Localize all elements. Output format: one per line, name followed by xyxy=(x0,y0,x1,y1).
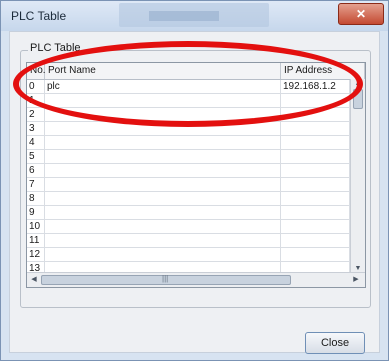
ip-address-cell[interactable] xyxy=(281,108,350,121)
row-number-cell[interactable]: 9 xyxy=(27,206,45,219)
left-arrow-icon[interactable]: ◀ xyxy=(27,275,41,283)
ip-address-cell[interactable] xyxy=(281,122,350,135)
table-row[interactable]: 12 xyxy=(27,248,350,262)
table-row[interactable]: 2 xyxy=(27,108,350,122)
vertical-scrollbar[interactable]: ▲ ▼ xyxy=(350,79,365,273)
row-number-cell[interactable]: 5 xyxy=(27,150,45,163)
dialog-client-area: PLC Table No. Port Name IP Address 0 plc 1… xyxy=(9,31,380,354)
up-arrow-icon[interactable]: ▲ xyxy=(351,80,365,87)
table-header: No. Port Name IP Address xyxy=(27,63,365,80)
ip-address-cell[interactable] xyxy=(281,192,350,205)
ip-address-cell[interactable] xyxy=(281,234,350,247)
table-row[interactable]: 4 xyxy=(27,136,350,150)
port-name-cell[interactable] xyxy=(45,164,281,177)
column-header-no[interactable]: No. xyxy=(27,63,46,79)
horizontal-scrollbar[interactable]: ◀ ||| ▶ xyxy=(27,272,365,287)
table-row[interactable]: 1 xyxy=(27,94,350,108)
horizontal-scroll-thumb[interactable]: ||| xyxy=(41,274,291,285)
scroll-grip-icon: ||| xyxy=(162,274,169,283)
table-row[interactable]: 0 plc 192.168.1.2 xyxy=(27,80,350,94)
port-name-cell[interactable] xyxy=(45,220,281,233)
background-window-blur-text xyxy=(149,11,219,21)
window-title: PLC Table xyxy=(11,9,67,23)
port-name-cell[interactable] xyxy=(45,234,281,247)
port-name-cell[interactable] xyxy=(45,150,281,163)
port-name-cell[interactable] xyxy=(45,248,281,261)
ip-address-cell[interactable] xyxy=(281,220,350,233)
table-row[interactable]: 7 xyxy=(27,178,350,192)
table-row[interactable]: 10 xyxy=(27,220,350,234)
table-row[interactable]: 3 xyxy=(27,122,350,136)
row-number-cell[interactable]: 0 xyxy=(27,80,45,93)
ip-address-cell[interactable] xyxy=(281,206,350,219)
row-number-cell[interactable]: 4 xyxy=(27,136,45,149)
port-name-cell[interactable] xyxy=(45,192,281,205)
ip-address-cell[interactable] xyxy=(281,178,350,191)
port-name-cell[interactable] xyxy=(45,94,281,107)
row-number-cell[interactable]: 3 xyxy=(27,122,45,135)
close-icon: ✕ xyxy=(355,7,367,21)
table-row[interactable]: 11 xyxy=(27,234,350,248)
down-arrow-icon[interactable]: ▼ xyxy=(351,265,365,272)
plc-table-window: PLC Table ✕ PLC Table No. Port Name IP A… xyxy=(0,0,389,361)
ip-address-cell[interactable]: 192.168.1.2 xyxy=(281,80,350,93)
ip-address-cell[interactable] xyxy=(281,150,350,163)
port-name-cell[interactable] xyxy=(45,178,281,191)
column-header-port-name[interactable]: Port Name xyxy=(45,63,281,79)
column-header-ip-address[interactable]: IP Address xyxy=(281,63,365,79)
row-number-cell[interactable]: 2 xyxy=(27,108,45,121)
port-name-cell[interactable] xyxy=(45,136,281,149)
close-button[interactable]: Close xyxy=(305,332,365,354)
groupbox-label: PLC Table xyxy=(28,42,83,54)
table-row[interactable]: 6 xyxy=(27,164,350,178)
title-bar[interactable]: PLC Table ✕ xyxy=(1,1,388,31)
ip-address-cell[interactable] xyxy=(281,248,350,261)
table-row[interactable]: 9 xyxy=(27,206,350,220)
row-number-cell[interactable]: 8 xyxy=(27,192,45,205)
window-close-button[interactable]: ✕ xyxy=(338,3,384,25)
row-number-cell[interactable]: 7 xyxy=(27,178,45,191)
row-number-cell[interactable]: 6 xyxy=(27,164,45,177)
table-row[interactable]: 5 xyxy=(27,150,350,164)
row-number-cell[interactable]: 1 xyxy=(27,94,45,107)
ip-address-cell[interactable] xyxy=(281,136,350,149)
port-name-cell[interactable] xyxy=(45,206,281,219)
port-name-cell[interactable]: plc xyxy=(45,80,281,93)
right-arrow-icon[interactable]: ▶ xyxy=(349,275,363,283)
port-name-cell[interactable] xyxy=(45,122,281,135)
row-number-cell[interactable]: 12 xyxy=(27,248,45,261)
row-number-cell[interactable]: 10 xyxy=(27,220,45,233)
plc-table-grid[interactable]: No. Port Name IP Address 0 plc 192.168.1.2… xyxy=(26,62,366,288)
ip-address-cell[interactable] xyxy=(281,164,350,177)
vertical-scroll-thumb[interactable] xyxy=(353,89,363,109)
ip-address-cell[interactable] xyxy=(281,94,350,107)
port-name-cell[interactable] xyxy=(45,108,281,121)
row-number-cell[interactable]: 11 xyxy=(27,234,45,247)
table-row[interactable]: 8 xyxy=(27,192,350,206)
